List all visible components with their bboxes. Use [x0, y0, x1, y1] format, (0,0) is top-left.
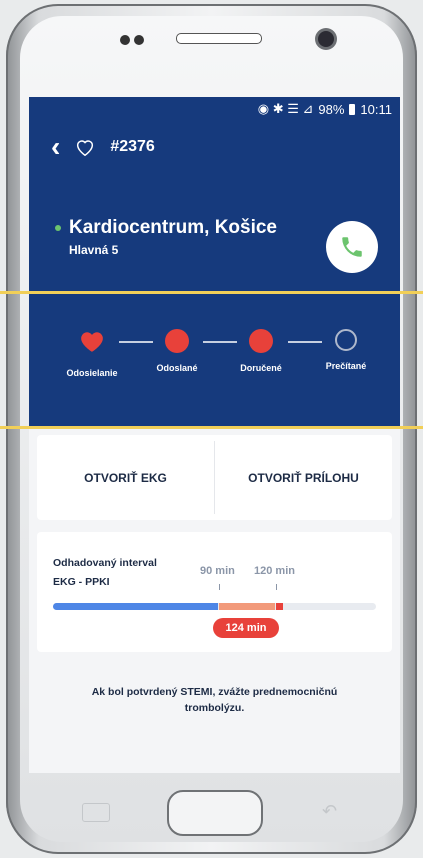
step-pending-dot: [335, 329, 357, 351]
step-label: Odoslané: [156, 363, 198, 373]
open-ekg-button[interactable]: OTVORIŤ EKG: [37, 435, 214, 520]
stemi-note: Ak bol potvrdený STEMI, zvážte prednemoc…: [91, 686, 338, 714]
hospital-name: Kardiocentrum, Košice: [69, 217, 277, 238]
heart-filled-icon: [81, 332, 103, 352]
step-label: Doručené: [240, 363, 282, 373]
interval-bar-orange: [219, 603, 275, 610]
status-icons: ◉ ✱ ☰ ⊿: [257, 101, 314, 116]
battery-percent: 98%: [318, 101, 345, 117]
highlight-line-top: [0, 291, 423, 294]
step-done-dot: [249, 329, 273, 353]
marker-90: 90 min: [200, 565, 235, 577]
home-button[interactable]: [167, 790, 263, 836]
front-camera: [318, 31, 334, 47]
app-header: ◉ ✱ ☰ ⊿ 98% 10:11 ‹ #2376 Kardiocentrum,…: [29, 97, 400, 428]
step-done-dot: [165, 329, 189, 353]
delivery-steps: Odosielanie Odoslané Doručené Prečítané: [29, 329, 400, 389]
hospital-address: Hlavná 5: [69, 243, 119, 257]
case-id: #2376: [110, 138, 155, 155]
hospital-info: Kardiocentrum, Košice Hlavná 5: [55, 217, 277, 257]
status-bar: ◉ ✱ ☰ ⊿ 98% 10:11: [258, 101, 392, 117]
phone-icon: [342, 237, 362, 257]
marker-90-tick: [219, 584, 220, 590]
action-card: OTVORIŤ EKG OTVORIŤ PRÍLOHU: [37, 435, 392, 520]
interval-title: Odhadovaný interval EKG - PPKI: [53, 554, 157, 592]
interval-bar-blue: [53, 603, 218, 610]
interval-title-line1: Odhadovaný interval: [53, 557, 157, 569]
system-back-icon[interactable]: ↶: [322, 801, 337, 822]
open-attachment-button[interactable]: OTVORIŤ PRÍLOHU: [215, 435, 392, 520]
step-sending: Odosielanie: [52, 329, 132, 378]
battery-icon: [349, 103, 356, 115]
recent-apps-button[interactable]: [82, 803, 110, 822]
step-delivered: Doručené: [221, 329, 301, 373]
interval-bar-red: [276, 603, 283, 610]
step-read: Prečítané: [306, 329, 386, 371]
marker-120-tick: [276, 584, 277, 590]
highlight-line-bottom: [0, 426, 423, 429]
heart-outline-icon[interactable]: [74, 136, 96, 158]
back-icon[interactable]: ‹: [51, 133, 60, 161]
interval-value-badge: 124 min: [213, 618, 279, 638]
top-bar: ‹ #2376: [51, 133, 155, 161]
marker-120: 120 min: [254, 565, 295, 577]
call-button[interactable]: [326, 221, 378, 273]
step-sent: Odoslané: [137, 329, 217, 373]
status-time: 10:11: [360, 101, 392, 117]
online-status-dot: [55, 225, 61, 231]
interval-title-line2: EKG - PPKI: [53, 576, 110, 588]
step-label: Odosielanie: [66, 368, 118, 378]
earpiece: [176, 33, 262, 44]
interval-card: Odhadovaný interval EKG - PPKI 90 min 12…: [37, 532, 392, 652]
sensor-dots: [120, 32, 154, 45]
app-screen: ◉ ✱ ☰ ⊿ 98% 10:11 ‹ #2376 Kardiocentrum,…: [29, 97, 400, 773]
step-label: Prečítané: [325, 361, 367, 371]
